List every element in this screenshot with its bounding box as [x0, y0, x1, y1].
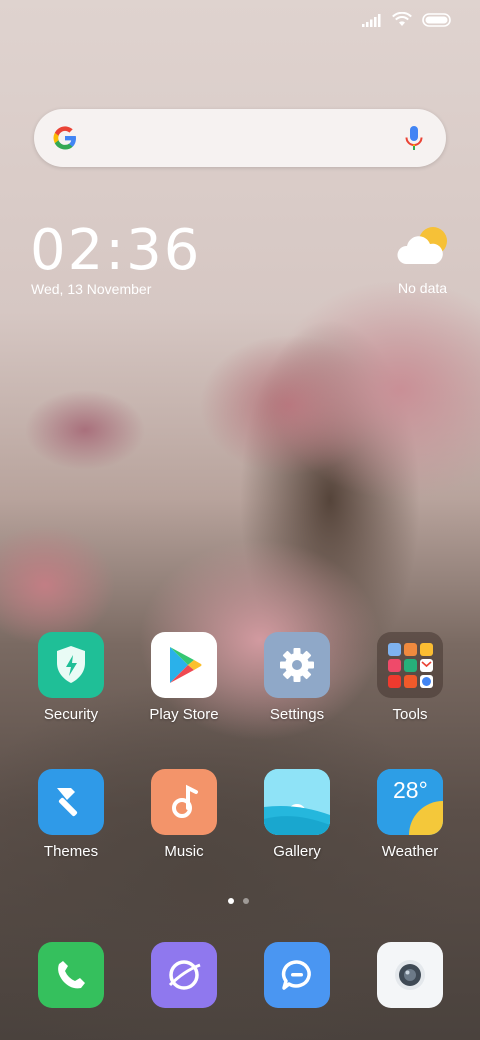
page-dot[interactable]: [243, 898, 249, 904]
dock-camera[interactable]: [360, 942, 460, 1008]
partly-cloudy-icon[interactable]: [396, 224, 452, 270]
folder-icon: [377, 632, 443, 698]
phone-icon: [38, 942, 104, 1008]
app-themes[interactable]: Themes: [21, 769, 121, 860]
app-label: Gallery: [273, 843, 321, 860]
security-icon: [38, 632, 104, 698]
play-store-icon: [151, 632, 217, 698]
app-security[interactable]: Security: [21, 632, 121, 723]
app-label: Settings: [269, 706, 325, 723]
app-label: Play Store: [149, 706, 219, 723]
app-label: Weather: [381, 843, 439, 860]
gallery-icon: [264, 769, 330, 835]
page-indicator[interactable]: [228, 898, 249, 904]
google-logo-icon: [53, 126, 76, 150]
dock-browser[interactable]: [134, 942, 234, 1008]
app-music[interactable]: Music: [134, 769, 234, 860]
folder-label: Tools: [392, 706, 428, 723]
dock-phone[interactable]: [21, 942, 121, 1008]
app-gallery[interactable]: Gallery: [247, 769, 347, 860]
app-weather[interactable]: 28° Weather: [360, 769, 460, 860]
page-dot-active[interactable]: [228, 898, 234, 904]
gear-icon: [264, 632, 330, 698]
google-search-bar[interactable]: [34, 109, 446, 167]
signal-icon: [362, 13, 381, 27]
weather-status: No data: [398, 280, 448, 296]
battery-icon: [422, 12, 451, 27]
browser-globe-icon: [151, 942, 217, 1008]
clock-time[interactable]: 02:36: [30, 218, 201, 283]
app-label: Music: [164, 843, 204, 860]
app-settings[interactable]: Settings: [247, 632, 347, 723]
music-note-icon: [151, 769, 217, 835]
paintbrush-icon: [38, 769, 104, 835]
weather-app-icon: 28°: [377, 769, 443, 835]
microphone-icon[interactable]: [404, 125, 424, 153]
status-bar: [362, 12, 452, 27]
dock-messaging[interactable]: [247, 942, 347, 1008]
wifi-icon: [392, 12, 412, 26]
clock-date: Wed, 13 November: [31, 281, 152, 297]
folder-tools[interactable]: Tools: [360, 632, 460, 723]
camera-icon: [377, 942, 443, 1008]
app-play-store[interactable]: Play Store: [134, 632, 234, 723]
app-label: Themes: [43, 843, 99, 860]
weather-app-temp: 28°: [393, 777, 428, 803]
app-label: Security: [43, 706, 99, 723]
message-bubble-icon: [264, 942, 330, 1008]
